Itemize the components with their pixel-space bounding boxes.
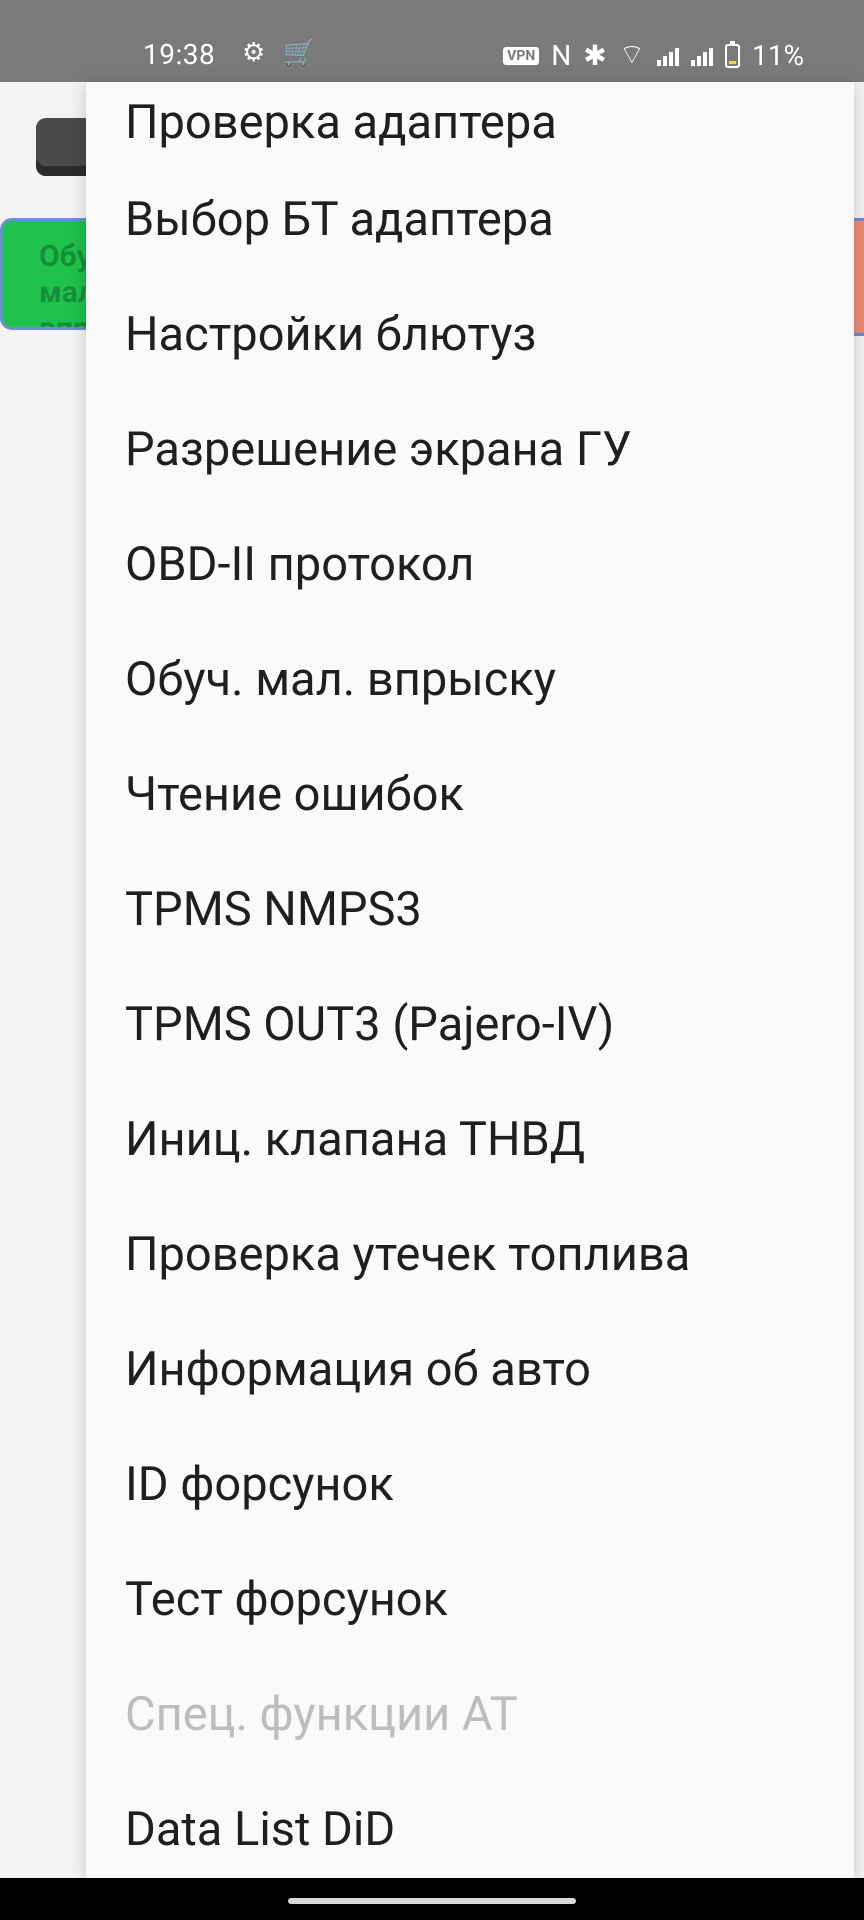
menu-item[interactable]: Информация об авто [86,1312,854,1427]
menu-item[interactable]: OBD-II протокол [86,507,854,622]
cart-icon: 🛒 [283,38,316,68]
status-bar: 19:38 ⚙ 🛒 VPN N ✱ ⌔ 11% [0,0,864,82]
gesture-handle[interactable] [288,1898,576,1904]
screen: 19:38 ⚙ 🛒 VPN N ✱ ⌔ 11% Обуч. мал. впрыс… [0,0,864,1920]
signal-icon-2 [691,46,714,66]
bluetooth-icon: ✱ [583,39,607,72]
menu-item: Спец. функции АТ [125,1687,518,1742]
menu-item[interactable]: Data List DiD [86,1772,854,1878]
signal-icon [657,46,680,66]
menu-item[interactable]: TPMS NMPS3 [86,852,854,967]
menu-item[interactable]: TPMS OUT3 (Pajero-IV) [86,967,854,1082]
notification-icons: ⚙ 🛒 [242,38,316,68]
nfc-icon: N [551,39,572,72]
wifi-icon: ⌔ [618,38,646,71]
menu-item[interactable]: Выбор БТ адаптера [86,162,854,277]
gear-icon: ⚙ [242,38,266,68]
options-menu: Проверка адаптера Выбор БТ адаптера Настро… [86,82,854,1878]
menu-item[interactable]: Настройки блютуз [86,277,854,392]
menu-item[interactable]: Проверка адаптера [86,82,854,162]
menu-item[interactable]: ID форсунок [86,1427,854,1542]
menu-item[interactable]: Разрешение экрана ГУ [86,392,854,507]
menu-item[interactable]: Тест форсунок [86,1542,854,1657]
battery-percent: 11% [752,39,804,72]
navigation-bar [0,1878,864,1920]
vpn-icon: VPN [503,46,540,65]
status-time: 19:38 [143,38,216,71]
menu-item[interactable]: Проверка утечек топлива [86,1197,854,1312]
status-right-icons: VPN N ✱ ⌔ 11% [503,38,804,73]
menu-item[interactable]: Иниц. клапана ТНВД [86,1082,854,1197]
menu-item[interactable]: Чтение ошибок [86,737,854,852]
menu-item[interactable]: Обуч. мал. впрыску [86,622,854,737]
battery-icon [725,40,741,68]
